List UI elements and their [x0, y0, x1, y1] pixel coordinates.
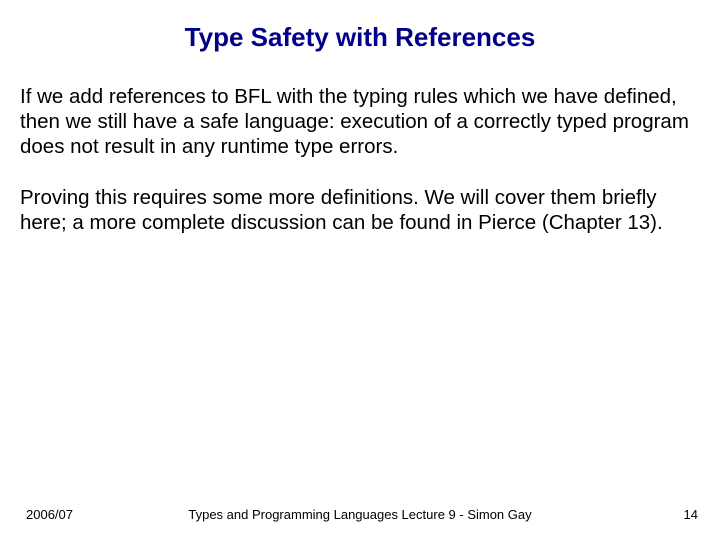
slide: Type Safety with References If we add re… [0, 0, 720, 540]
body-paragraph: If we add references to BFL with the typ… [20, 84, 700, 159]
footer-page-number: 14 [684, 507, 698, 522]
footer-course: Types and Programming Languages Lecture … [0, 507, 720, 522]
slide-body: If we add references to BFL with the typ… [20, 84, 700, 261]
body-paragraph: Proving this requires some more definiti… [20, 185, 700, 235]
slide-title: Type Safety with References [0, 22, 720, 53]
